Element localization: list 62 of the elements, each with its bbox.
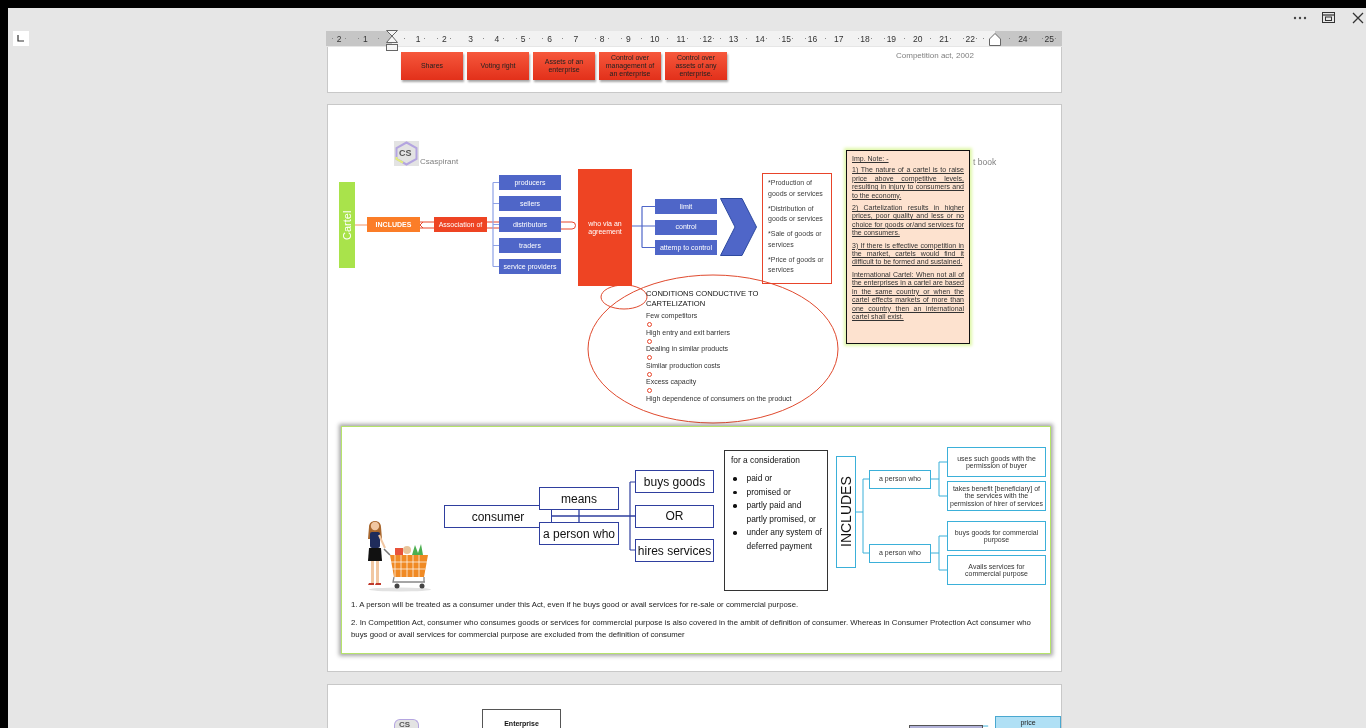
- ruler-number: 24: [1017, 33, 1029, 44]
- ruler-number: 12: [701, 33, 714, 44]
- diagram-node: means: [539, 487, 619, 510]
- ruler-number: 9: [625, 33, 632, 44]
- brand-name: Csaspirant: [420, 157, 459, 166]
- diagram-node: a person who: [539, 522, 619, 545]
- ruler-number: 2: [335, 33, 343, 44]
- ruler-number: 13: [727, 33, 740, 44]
- bullet-dot-icon: [733, 531, 737, 535]
- ruler-number: 1: [414, 33, 422, 44]
- logo-text: CS: [399, 721, 411, 728]
- ruler-number: 4: [493, 33, 501, 44]
- ruler-number: 19: [885, 33, 898, 44]
- ruler-number: 10: [648, 33, 661, 44]
- tab-stop-icon[interactable]: [13, 31, 29, 46]
- list-item: promised or: [746, 485, 791, 499]
- connector-line: [560, 221, 576, 230]
- ruler-number: 8: [598, 33, 606, 44]
- indent-marker-icon[interactable]: [386, 30, 398, 51]
- connector-line: [930, 461, 948, 497]
- ruler-number: 21: [938, 33, 950, 44]
- ruler-number: 3: [467, 33, 474, 44]
- page-caption: Competition act, 2002: [896, 51, 974, 60]
- diagram-node: hires services: [635, 539, 714, 562]
- list-item: under any system of deferred payment: [746, 526, 822, 553]
- page-caption: t book: [973, 157, 997, 167]
- chevron-shape: [720, 198, 757, 256]
- ruler-number: 15: [780, 33, 792, 44]
- connector-line: [631, 205, 656, 249]
- close-icon[interactable]: [1352, 11, 1364, 24]
- connector-line: [354, 224, 368, 226]
- ruler-number: 22: [964, 33, 976, 44]
- diagram-node: consumer: [444, 505, 552, 528]
- ruler-number: 5: [519, 33, 527, 44]
- bullet-dot-icon: [733, 504, 737, 508]
- ruler-number: 20: [911, 33, 924, 44]
- connector-line: [930, 535, 948, 571]
- diagram-node: INCLUDES: [836, 456, 856, 568]
- bullet-dot-icon: [733, 477, 737, 481]
- more-options-icon[interactable]: [1293, 15, 1307, 20]
- diagram-node: OR: [635, 504, 714, 528]
- hexagon-logo-icon: [394, 141, 419, 166]
- ruler-number: 17: [833, 33, 845, 44]
- ruler-number: 14: [754, 33, 766, 44]
- logo-text: CS: [399, 148, 412, 158]
- ruler[interactable]: 2 1 1 2 3 4 5 6 7 8 9 10 11 12 13 14 15 16 17 18 19 20 21 22 24 25: [326, 31, 1062, 46]
- ruler-number: 2: [440, 33, 448, 44]
- ruler-number: 25: [1043, 33, 1055, 44]
- ruler-number: 18: [859, 33, 871, 44]
- connector-line: [419, 221, 435, 229]
- diagram-node: buys goods: [635, 470, 714, 493]
- ruler-number: 1: [362, 33, 369, 44]
- ruler-number: 16: [806, 33, 819, 44]
- ruler-number: 6: [546, 33, 553, 44]
- ruler-number: 11: [675, 33, 687, 44]
- right-indent-marker-icon[interactable]: [989, 33, 1001, 46]
- restore-window-icon[interactable]: [1322, 12, 1335, 23]
- list-item: paid or: [746, 472, 773, 485]
- bullet-dot-icon: [733, 490, 737, 495]
- box-title: for a consideration: [731, 455, 801, 465]
- ruler-number: 7: [572, 33, 580, 44]
- diagram-node: Cartel: [339, 182, 355, 268]
